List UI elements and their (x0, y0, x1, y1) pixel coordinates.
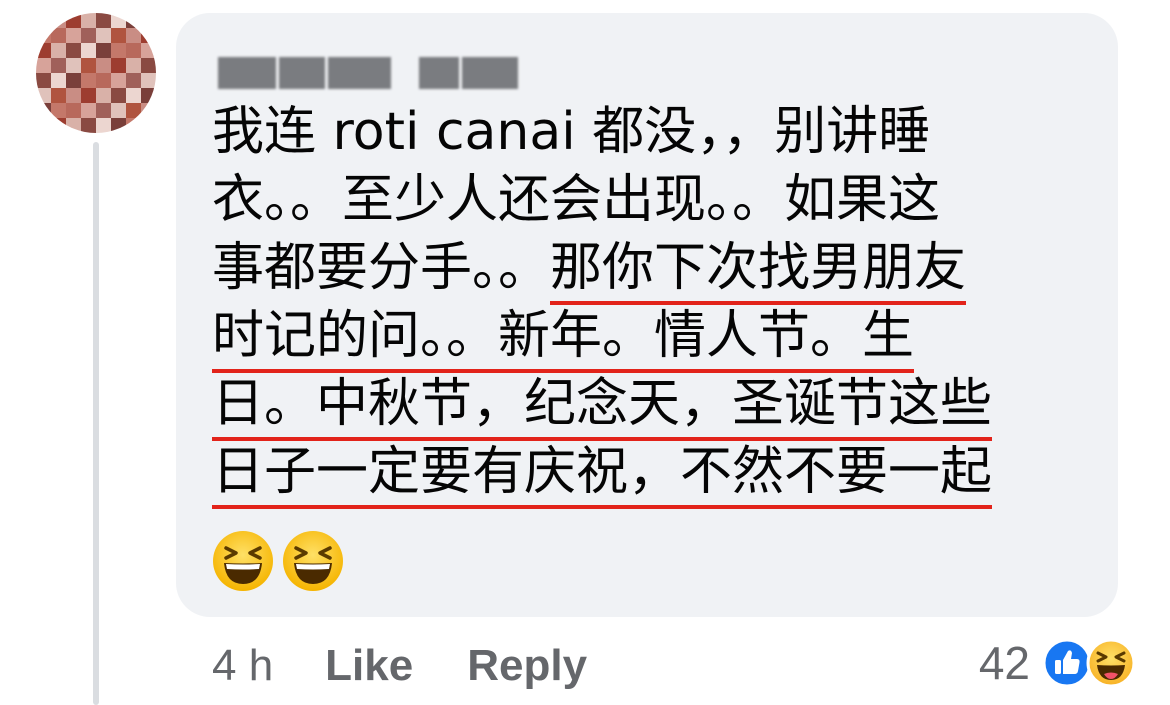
avatar-pixel (81, 73, 96, 88)
avatar-pixel (36, 58, 51, 73)
avatar-pixel (36, 73, 51, 88)
avatar-pixel (126, 13, 141, 28)
avatar-pixel (36, 13, 51, 28)
avatar-pixel (36, 103, 51, 118)
comment-line: 衣。。至少人还会出现。。如果这 (212, 166, 1092, 234)
avatar-pixel (126, 103, 141, 118)
avatar-pixel (111, 88, 126, 103)
avatar-pixel (36, 28, 51, 43)
avatar-pixel (141, 58, 156, 73)
avatar[interactable] (36, 13, 156, 133)
avatar-pixel (51, 118, 66, 133)
avatar-pixel (66, 58, 81, 73)
emoji-row (212, 530, 344, 596)
avatar-pixel (141, 13, 156, 28)
reply-button[interactable]: Reply (467, 641, 587, 691)
avatar-pixel (66, 73, 81, 88)
reaction-icons (1042, 638, 1136, 688)
avatar-pixel (141, 43, 156, 58)
reaction-count: 42 (978, 637, 1030, 689)
avatar-pixel (126, 118, 141, 133)
avatar-pixel (126, 88, 141, 103)
avatar-pixel (96, 73, 111, 88)
comment-line: 事都要分手。。那你下次找男朋友 (212, 234, 1092, 305)
comment-line: 时记的问。。新年。情人节。生 (212, 302, 1092, 373)
comment-text-segment: 我连 roti canai 都没，，别讲睡 (212, 102, 931, 162)
comment-actions: 4 h Like Reply (212, 636, 641, 696)
avatar-pixel (96, 103, 111, 118)
avatar-pixel (51, 103, 66, 118)
avatar-pixel (81, 43, 96, 58)
avatar-pixel (66, 28, 81, 43)
avatar-pixel (111, 103, 126, 118)
comment-line: 日子一定要有庆祝，不然不要一起 (212, 438, 1092, 509)
avatar-pixel (126, 58, 141, 73)
avatar-pixel (126, 28, 141, 43)
avatar-pixel (66, 13, 81, 28)
comment-text-segment: 事都要分手。。 (212, 238, 551, 298)
like-reaction-icon (1042, 638, 1092, 688)
avatar-pixel (111, 28, 126, 43)
comment-text: 我连 roti canai 都没，，别讲睡 衣。。至少人还会出现。。如果这 事都… (212, 98, 1092, 509)
reactions-summary[interactable]: 42 (979, 632, 1136, 694)
avatar-pixel (96, 13, 111, 28)
avatar-pixel (81, 58, 96, 73)
avatar-pixel (126, 73, 141, 88)
avatar-pixel (141, 118, 156, 133)
avatar-pixel (81, 103, 96, 118)
avatar-pixel (81, 28, 96, 43)
comment-text-highlighted: 日。中秋节，纪念天，圣诞节这些 (212, 374, 993, 441)
avatar-pixel (51, 43, 66, 58)
avatar-pixel (66, 88, 81, 103)
avatar-pixel (96, 58, 111, 73)
avatar-pixel (96, 88, 111, 103)
avatar-pixel (141, 73, 156, 88)
avatar-pixel (96, 43, 111, 58)
avatar-pixel (96, 118, 111, 133)
avatar-pixel (36, 88, 51, 103)
avatar-pixel (81, 88, 96, 103)
avatar-pixel (81, 118, 96, 133)
comment-text-highlighted: 日子一定要有庆祝，不然不要一起 (212, 442, 993, 509)
comment-text-highlighted: 那你下次找男朋友 (550, 238, 967, 305)
avatar-pixel (51, 28, 66, 43)
avatar-pixel (96, 28, 111, 43)
avatar-pixel (141, 103, 156, 118)
avatar-pixel (36, 118, 51, 133)
avatar-pixel (111, 13, 126, 28)
avatar-pixel (111, 73, 126, 88)
avatar-pixel (51, 13, 66, 28)
grinning-squinting-face-icon (282, 530, 344, 596)
comment-line: 日。中秋节，纪念天，圣诞节这些 (212, 370, 1092, 441)
avatar-pixel (141, 88, 156, 103)
avatar-pixel (66, 43, 81, 58)
comment-line: 我连 roti canai 都没，，别讲睡 (212, 98, 1092, 166)
like-button[interactable]: Like (325, 641, 413, 691)
haha-reaction-icon (1086, 638, 1136, 688)
avatar-pixel (36, 43, 51, 58)
comment-timestamp[interactable]: 4 h (212, 641, 273, 691)
avatar-pixel (111, 58, 126, 73)
comment-text-highlighted: 时记的问。。新年。情人节。生 (212, 306, 915, 373)
avatar-pixel (51, 73, 66, 88)
avatar-pixel (141, 28, 156, 43)
author-name-redacted[interactable] (218, 57, 518, 89)
comment-text-segment: 衣。。至少人还会出现。。如果这 (212, 170, 941, 230)
avatar-pixel (81, 13, 96, 28)
avatar-pixel (66, 103, 81, 118)
avatar-pixel (66, 118, 81, 133)
avatar-pixel (111, 43, 126, 58)
avatar-pixel (51, 88, 66, 103)
reply-thread-line (93, 142, 99, 705)
grinning-squinting-face-icon (212, 530, 274, 596)
avatar-pixel (51, 58, 66, 73)
avatar-pixel (126, 43, 141, 58)
avatar-pixel (111, 118, 126, 133)
